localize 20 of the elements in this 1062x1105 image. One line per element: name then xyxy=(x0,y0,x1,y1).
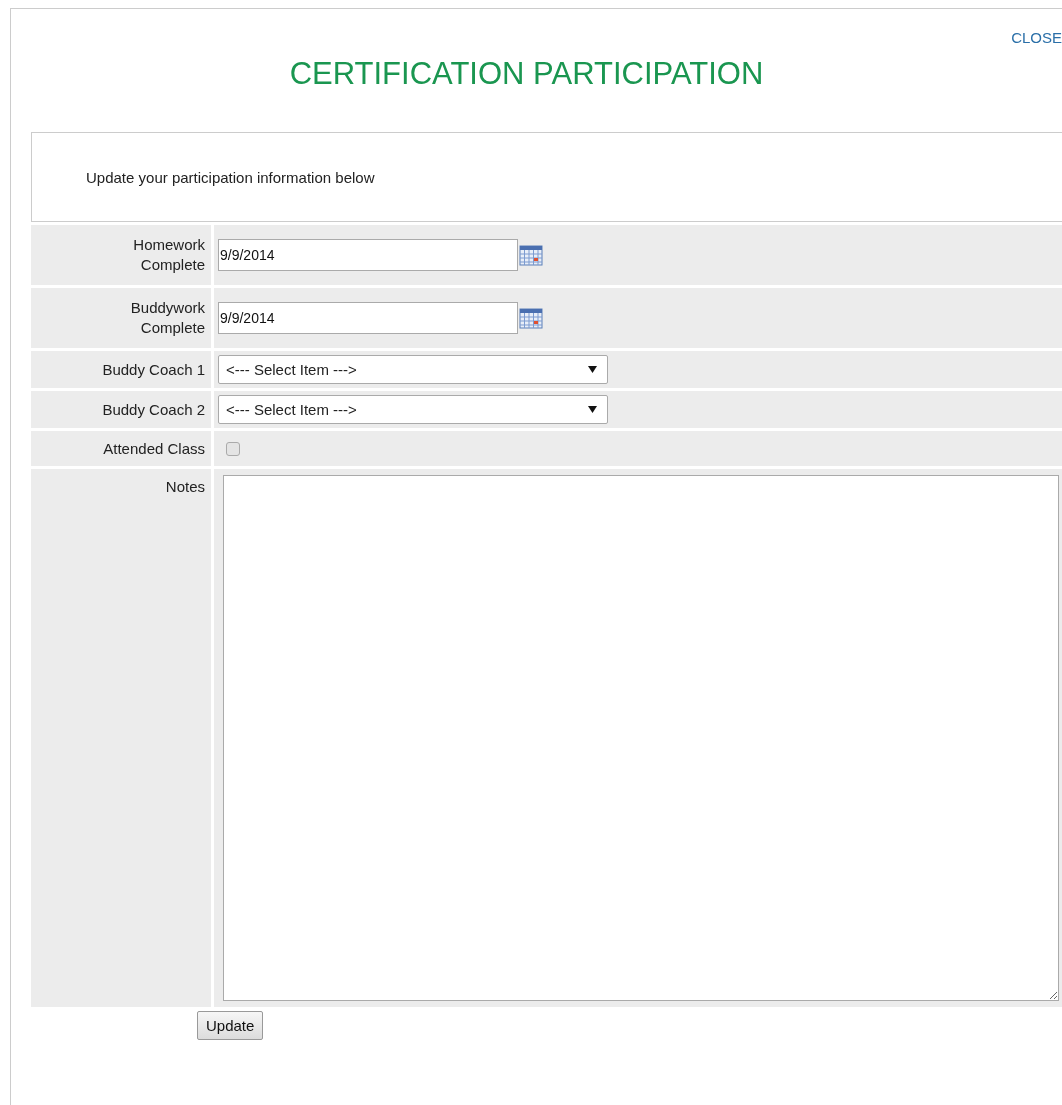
date-field[interactable]: 9/9/2014 xyxy=(218,302,518,334)
field-label: Notes xyxy=(165,477,205,497)
notes-field[interactable] xyxy=(223,475,1059,1001)
select-dropdown[interactable]: <--- Select Item ---> xyxy=(218,355,608,384)
update-button[interactable]: Update xyxy=(197,1011,264,1040)
checkbox[interactable] xyxy=(226,441,240,456)
caret-icon xyxy=(588,365,597,374)
field-label: Homework Complete xyxy=(133,235,205,275)
calendar-icon[interactable] xyxy=(519,244,543,266)
close-link[interactable]: CLOSE xyxy=(1011,29,1062,46)
date-field[interactable]: 9/9/2014 xyxy=(218,239,518,271)
caret-icon xyxy=(588,405,597,414)
field-label: Attended Class xyxy=(103,438,205,459)
field-label: Buddywork Complete xyxy=(130,298,205,338)
field-label: Buddy Coach 2 xyxy=(102,399,205,420)
calendar-icon[interactable] xyxy=(519,307,543,329)
page-title: CERTIFICATION PARTICIPATION xyxy=(288,56,765,92)
intro-text: Update your participation information below xyxy=(86,168,375,186)
field-label: Buddy Coach 1 xyxy=(102,359,205,380)
select-dropdown[interactable]: <--- Select Item ---> xyxy=(218,395,608,424)
